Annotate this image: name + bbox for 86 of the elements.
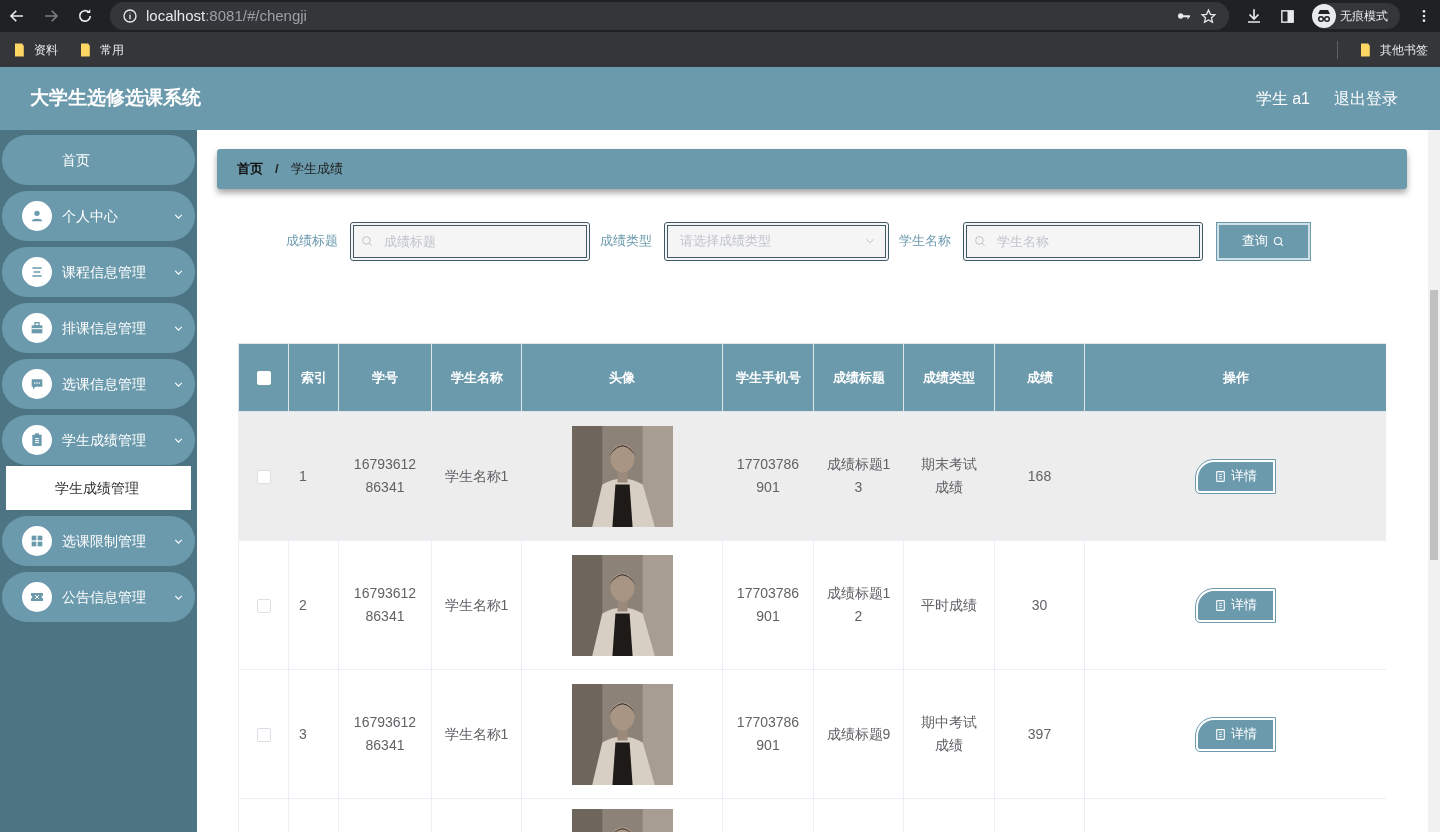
info-icon [122,8,138,24]
search-button[interactable]: 查询 [1217,222,1310,260]
document-icon [1214,598,1227,612]
back-icon[interactable] [8,7,26,25]
bookmark[interactable]: 资料 [12,40,58,59]
filter-label: 成绩标题 [286,232,338,251]
url-text: localhost:8081/#/chengji [146,5,308,26]
table-cell-text: 成绩标题12 [825,584,892,626]
table-cell-text: 期末考试成绩 [920,455,978,497]
checkbox[interactable] [256,371,271,386]
incognito-badge[interactable]: 无痕模式 [1312,3,1400,29]
search-icon [1272,234,1285,248]
table-cell-text: 学生名称1 [444,595,509,615]
folder-icon [78,41,92,58]
details-button[interactable]: 详情 [1196,459,1275,493]
bookmark[interactable]: 其他书签 [1358,40,1428,59]
table-cell-text: 1 [299,466,307,486]
scrollbar[interactable] [1428,130,1440,832]
document-icon [1214,469,1227,483]
table-cell-text: 168 [1027,466,1052,486]
grid-icon [29,533,45,549]
table-cell-text: 2 [299,595,307,615]
reload-icon[interactable] [76,7,94,25]
table-header-cell: 头像 [521,343,723,412]
table-cell-text: 期中考试成绩 [920,713,978,755]
table-cell-text: 17703786901 [735,584,801,626]
checkbox[interactable] [256,469,271,484]
incognito-icon [1312,4,1336,28]
table-header-cell: 操作 [1084,343,1386,412]
sidebar-item[interactable]: 个人中心 [2,191,195,241]
checkbox[interactable] [256,598,271,613]
table-cell-text: 学生名称1 [444,724,509,744]
sidebar-item[interactable]: 选课限制管理 [2,516,195,566]
sidebar-item[interactable]: 公告信息管理 [2,572,195,622]
table-header-cell: 学号 [338,343,432,412]
table-header-cell: 成绩标题 [813,343,904,412]
clipboard-icon [29,432,45,448]
table-header-cell: 成绩 [994,343,1085,412]
table-header-cell: 学生名称 [431,343,522,412]
search-icon [360,233,374,248]
filter-label: 学生名称 [899,232,951,251]
table-cell-text: 1679361286341 [352,584,418,626]
side-panel-icon[interactable] [1279,7,1296,25]
details-button[interactable]: 详情 [1196,717,1275,751]
submenu-item[interactable]: 学生成绩管理 [6,466,191,510]
filter-label: 成绩类型 [600,232,652,251]
table-cell-text: 学生名称1 [444,466,509,486]
breadcrumb-item[interactable]: 学生成绩 [290,159,343,179]
table-header-cell: 学生手机号 [722,343,814,412]
logout-link[interactable]: 退出登录 [1334,86,1398,111]
table-cell-text: 成绩标题13 [825,455,892,497]
sidebar-item[interactable]: 排课信息管理 [2,303,195,353]
sidebar-item[interactable]: 学生成绩管理 [2,415,195,465]
table-cell-text: 平时成绩 [920,595,978,615]
table-cell-text: 30 [1031,595,1048,615]
star-icon[interactable] [1200,7,1217,25]
address-bar[interactable]: localhost:8081/#/chengji [110,2,1229,30]
folder-icon [12,41,26,58]
table-cell-text: 17703786901 [735,455,801,497]
table-cell-text: 1679361286341 [352,455,418,497]
chat-icon [29,376,45,392]
sidebar-item[interactable]: 首页 [2,135,195,185]
app-title: 大学生选修选课系统 [30,86,202,111]
person-icon [29,208,45,224]
table-cell-text: 17703786901 [735,713,801,755]
forward-icon[interactable] [42,7,60,25]
download-icon[interactable] [1245,7,1263,25]
search-icon [973,233,987,248]
bookmark[interactable]: 常用 [78,40,124,59]
user-name: 学生 a1 [1255,88,1310,109]
table-cell-text: 1679361286341 [352,713,418,755]
table-header-cell: 成绩类型 [903,343,995,412]
folder-icon [1358,41,1372,58]
checkbox[interactable] [256,727,271,742]
table-cell-text: 3 [299,724,307,744]
details-button[interactable]: 详情 [1196,588,1275,622]
breadcrumb-separator: / [275,160,279,179]
document-icon [1214,727,1227,741]
table-cell-text: 成绩标题9 [825,724,892,744]
sidebar-item[interactable]: 课程信息管理 [2,247,195,297]
list-icon [29,264,45,280]
sidebar-item[interactable]: 选课信息管理 [2,359,195,409]
table-cell-text: 397 [1027,724,1052,744]
briefcase-icon [29,320,45,336]
breadcrumb-item[interactable]: 首页 [237,159,263,179]
table-header-cell: 索引 [288,343,339,412]
